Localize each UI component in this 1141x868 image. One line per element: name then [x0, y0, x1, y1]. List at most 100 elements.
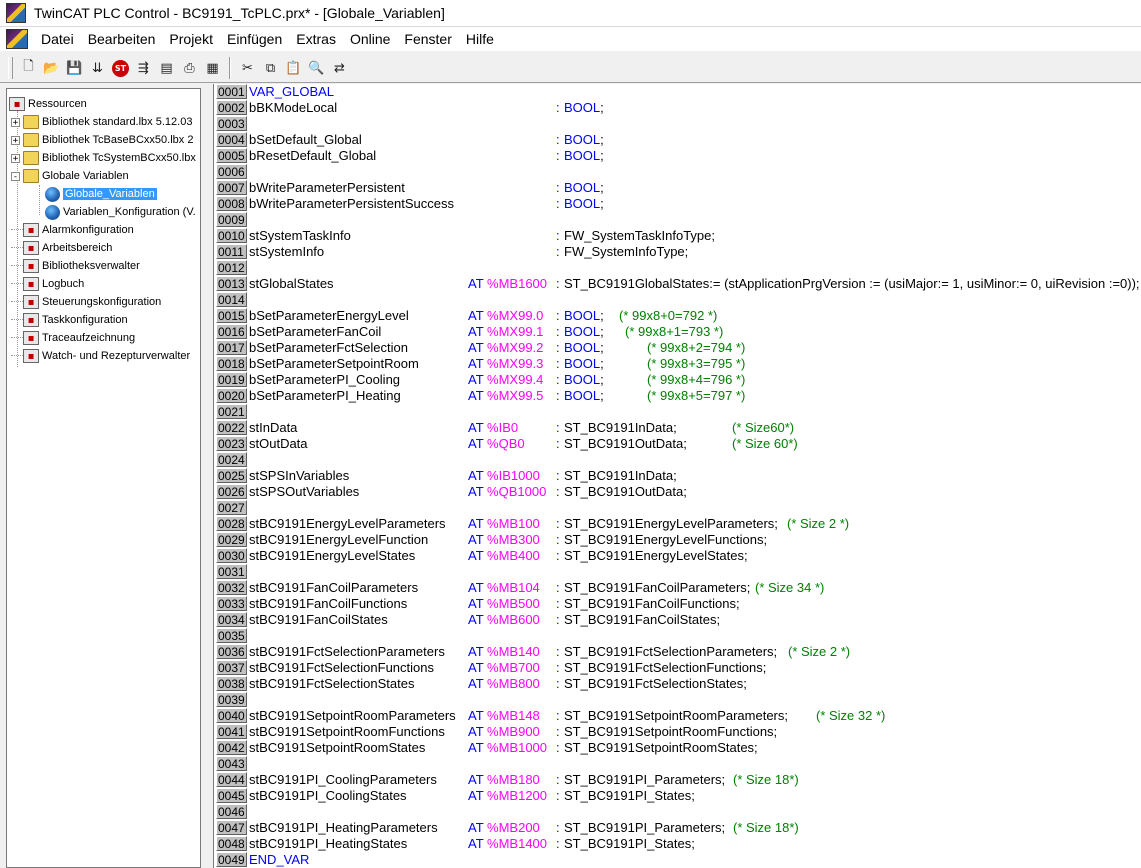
colon: : — [556, 532, 560, 547]
paste-button[interactable]: 📋 — [283, 58, 304, 79]
tree-expander-plus-icon[interactable]: + — [11, 135, 20, 145]
menu-bearbeiten[interactable]: Bearbeiten — [81, 31, 163, 47]
at-keyword: AT — [468, 420, 488, 435]
stop-button[interactable]: ST — [110, 58, 131, 79]
tree-item[interactable]: ▪ Watch- und Rezepturverwalter — [11, 347, 190, 365]
type-name: ST_BC9191OutData; — [564, 436, 687, 451]
tree-item-label: Watch- und Rezepturverwalter — [42, 350, 191, 362]
colon: : — [556, 388, 560, 403]
step-button[interactable]: ⇶ — [133, 58, 154, 79]
tree-item[interactable]: ▪ Ressourcen — [9, 95, 87, 113]
line-number: 0011 — [216, 244, 247, 259]
at-keyword: AT — [468, 580, 488, 595]
tree-item[interactable]: ▪ Alarmkonfiguration — [11, 221, 134, 239]
tree-item[interactable]: ▪ Bibliotheksverwalter — [11, 257, 140, 275]
code-line: 0009 — [214, 212, 1141, 228]
variable-type: ST_BC9191FanCoilParameters; — [564, 580, 750, 596]
at-keyword: AT — [468, 660, 488, 675]
at-address: AT %MX99.0 — [468, 308, 543, 324]
at-keyword: AT — [468, 340, 488, 355]
menu-einfügen[interactable]: Einfügen — [220, 31, 289, 47]
line-number: 0033 — [216, 596, 247, 611]
variable-name: stBC9191FanCoilParameters — [249, 580, 419, 595]
toolbar-grip[interactable] — [8, 57, 13, 79]
cut-button[interactable]: ✂ — [237, 58, 258, 79]
at-address: AT %MB800 — [468, 676, 540, 692]
tree-item[interactable]: Globale_Variablen — [45, 185, 157, 203]
address: %MX99.5 — [487, 388, 544, 403]
open-folder-icon: 📂 — [43, 60, 60, 76]
colon: : — [556, 196, 560, 211]
at-keyword: AT — [468, 276, 488, 291]
open-folder-button[interactable]: 📂 — [41, 58, 62, 79]
build-button[interactable]: ⇊ — [87, 58, 108, 79]
tree-item[interactable]: + Bibliothek TcBaseBCxx50.lbx 2 — [11, 131, 193, 149]
tree-item[interactable]: ▪ Taskkonfiguration — [11, 311, 128, 329]
tree-item[interactable]: + Bibliothek standard.lbx 5.12.03 — [11, 113, 192, 131]
tree-connector-line — [39, 185, 40, 215]
colon: : — [556, 788, 560, 803]
colon: : — [556, 580, 560, 595]
find-button[interactable]: 🔍 — [306, 58, 327, 79]
tree-item-label: Bibliothek TcBaseBCxx50.lbx 2 — [42, 134, 194, 146]
globe-icon — [45, 204, 60, 220]
at-keyword: AT — [468, 676, 488, 691]
code-line: 0028 stBC9191EnergyLevelParameters AT %MB1… — [214, 516, 1141, 532]
type-name: ST_BC9191InData; — [564, 420, 677, 435]
variable-type: ST_BC9191PI_States; — [564, 788, 695, 804]
tree-item-label: Steuerungskonfiguration — [42, 296, 162, 308]
line-number: 0031 — [216, 564, 247, 579]
variable-name: stBC9191FanCoilFunctions — [249, 596, 408, 611]
tree-item[interactable]: Variablen_Konfiguration (V. — [45, 203, 196, 221]
address: %MX99.0 — [487, 308, 544, 323]
menu-projekt[interactable]: Projekt — [162, 31, 220, 47]
save-button[interactable]: 💾 — [64, 58, 85, 79]
colon: : — [556, 324, 560, 339]
semicolon: ; — [600, 388, 604, 403]
tree-item[interactable]: ▪ Arbeitsbereich — [11, 239, 112, 257]
tree-expander-minus-icon[interactable]: - — [11, 171, 20, 181]
tree-connector — [11, 355, 23, 357]
variable-name: stBC9191FctSelectionStates — [249, 676, 415, 691]
at-address: AT %MB500 — [468, 596, 540, 612]
object-tree-panel: ▪ Ressourcen + Bibliothek standard.lbx 5.12… — [6, 88, 201, 868]
type-name: ST_BC9191FctSelectionStates; — [564, 676, 747, 691]
print-button[interactable]: ⎙ — [179, 58, 200, 79]
at-keyword: AT — [468, 724, 488, 739]
menu-bar: Datei Bearbeiten Projekt Einfügen Extras Onli… — [0, 27, 1141, 51]
tree-item-label: Taskkonfiguration — [42, 314, 128, 326]
tree-item[interactable]: - Globale Variablen — [11, 167, 129, 185]
tree-expander-plus-icon[interactable]: + — [11, 153, 20, 163]
at-address: AT %MB148 — [468, 708, 540, 724]
line-number: 0037 — [216, 660, 247, 675]
tree-item-label: Traceaufzeichnung — [42, 332, 136, 344]
document-system-menu-icon[interactable] — [6, 29, 28, 49]
tree-connector — [11, 229, 23, 231]
line-number: 0015 — [216, 308, 247, 323]
code-line: 0012 — [214, 260, 1141, 276]
replace-button[interactable]: ⇄ — [329, 58, 350, 79]
menu-fenster[interactable]: Fenster — [397, 31, 458, 47]
comment: (* 99x8+4=796 *) — [647, 372, 746, 387]
type-name: ST_BC9191FanCoilStates; — [564, 612, 721, 627]
colon: : — [556, 340, 560, 355]
type-name: FW_SystemInfoType; — [564, 244, 689, 259]
address: %MB1400 — [487, 836, 548, 851]
variable-name: stBC9191PI_HeatingStates — [249, 836, 408, 851]
tree-item[interactable]: ▪ Logbuch — [11, 275, 84, 293]
line-number: 0046 — [216, 804, 247, 819]
menu-online[interactable]: Online — [343, 31, 397, 47]
new-file-button[interactable]: 🗋 — [18, 58, 39, 79]
tree-item[interactable]: ▪ Steuerungskonfiguration — [11, 293, 161, 311]
tree-expander-plus-icon[interactable]: + — [11, 117, 20, 127]
copy-button[interactable]: ⧉ — [260, 58, 281, 79]
breakpoint-button[interactable]: ▤ — [156, 58, 177, 79]
menu-extras[interactable]: Extras — [289, 31, 343, 47]
menu-datei[interactable]: Datei — [34, 31, 81, 47]
download-button[interactable]: ▦ — [202, 58, 223, 79]
menu-hilfe[interactable]: Hilfe — [459, 31, 501, 47]
tree-item[interactable]: + Bibliothek TcSystemBCxx50.lbx — [11, 149, 196, 167]
tree-item[interactable]: ▪ Traceaufzeichnung — [11, 329, 135, 347]
code-line: 0007 bWriteParameterPersistent: BOOL; — [214, 180, 1141, 196]
code-editor[interactable]: 0001 VAR_GLOBAL 0002 bBKModeLocal: BOOL; 0003… — [213, 84, 1141, 868]
